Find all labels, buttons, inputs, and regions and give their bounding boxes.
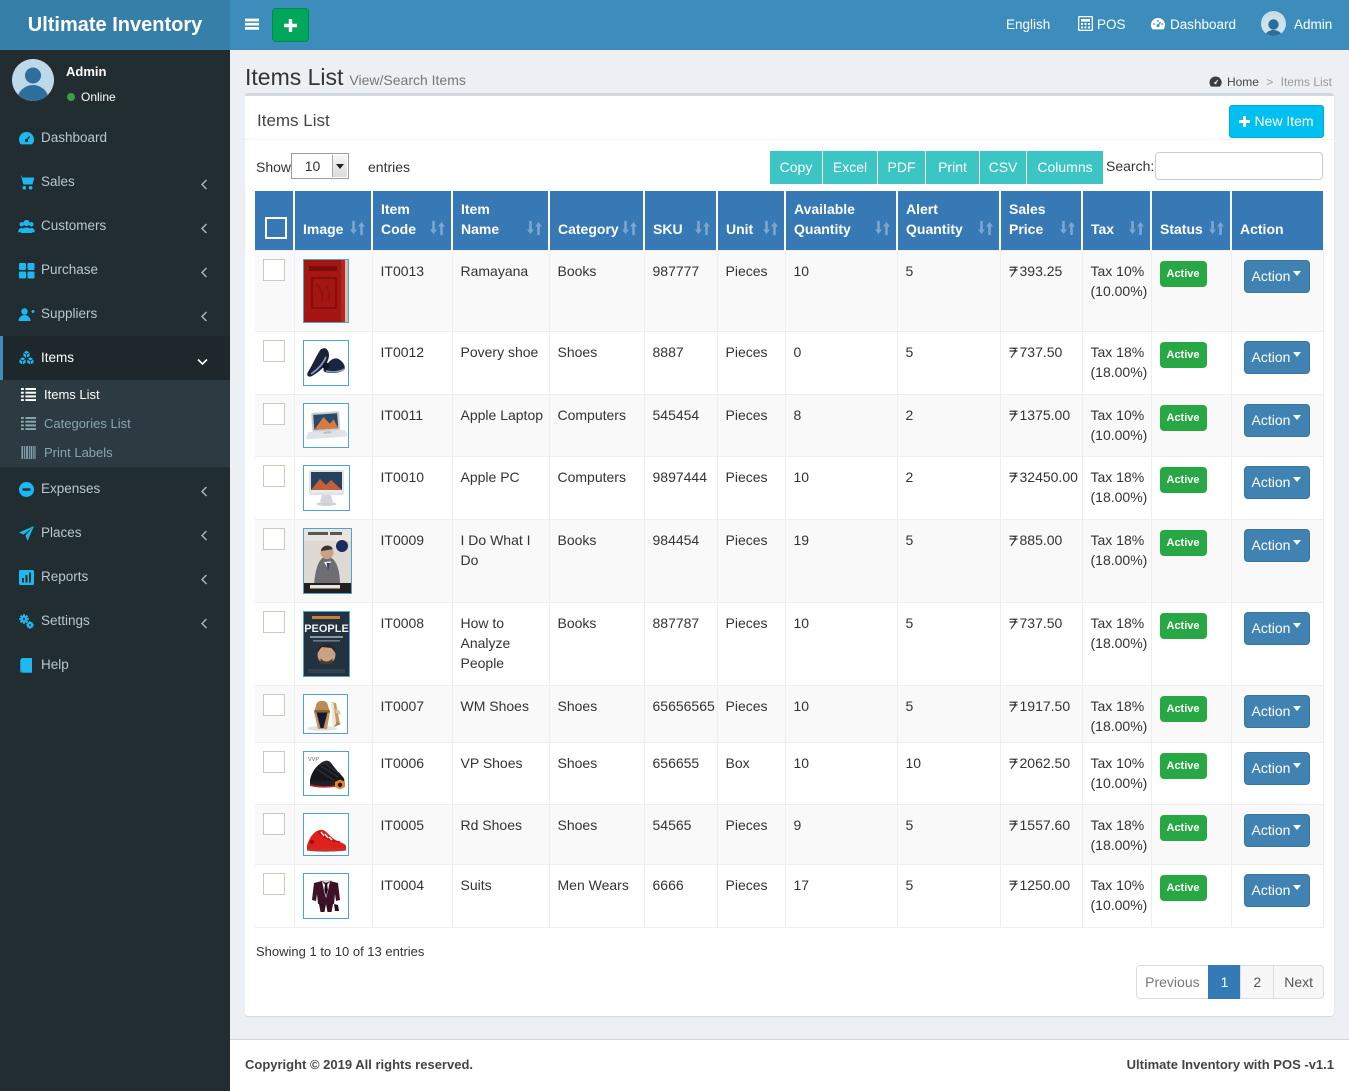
svg-text:VVP: VVP (308, 757, 319, 763)
svg-text:PEOPLE: PEOPLE (304, 623, 349, 635)
